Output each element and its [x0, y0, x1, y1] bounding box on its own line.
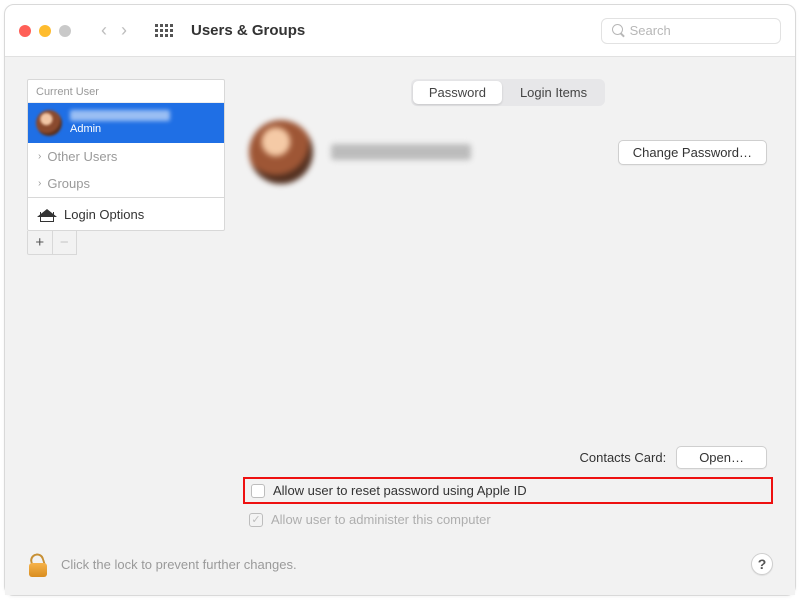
sidebar-item-other-users[interactable]: › Other Users: [28, 143, 224, 170]
forward-button: ›: [121, 20, 127, 41]
avatar-icon: [36, 110, 62, 136]
contacts-card-row: Contacts Card: Open…: [243, 440, 773, 475]
zoom-icon: [59, 25, 71, 37]
allow-reset-label: Allow user to reset password using Apple…: [273, 483, 527, 498]
lock-icon[interactable]: [27, 551, 49, 577]
allow-admin-label: Allow user to administer this computer: [271, 512, 491, 527]
show-all-icon[interactable]: [155, 24, 173, 37]
sidebar-item-label: Groups: [47, 176, 90, 191]
nav-arrows: ‹ ›: [95, 20, 133, 41]
sidebar-item-groups[interactable]: › Groups: [28, 170, 224, 197]
allow-admin-row: ✓ Allow user to administer this computer: [243, 506, 773, 533]
tab-login-items[interactable]: Login Items: [504, 81, 603, 104]
allow-reset-checkbox[interactable]: [251, 484, 265, 498]
preferences-window: ‹ › Users & Groups Current User: [4, 4, 796, 596]
open-contacts-button[interactable]: Open…: [676, 446, 767, 469]
user-role: Admin: [70, 123, 170, 136]
minimize-icon[interactable]: [39, 25, 51, 37]
lock-hint-text: Click the lock to prevent further change…: [61, 557, 297, 572]
user-sidebar: Current User Admin › Other Users ›: [27, 79, 225, 231]
close-icon[interactable]: [19, 25, 31, 37]
avatar-large-icon[interactable]: [249, 120, 313, 184]
window-title: Users & Groups: [191, 22, 305, 39]
titlebar: ‹ › Users & Groups: [5, 5, 795, 57]
home-icon: [38, 206, 56, 222]
window-controls: [19, 25, 71, 37]
tab-group: Password Login Items: [411, 79, 605, 106]
sidebar-item-label: Other Users: [47, 149, 117, 164]
chevron-right-icon: ›: [38, 151, 41, 162]
login-options-button[interactable]: Login Options: [28, 197, 224, 230]
footer: Click the lock to prevent further change…: [5, 537, 795, 595]
add-user-button[interactable]: +: [28, 231, 53, 254]
change-password-button[interactable]: Change Password…: [618, 140, 767, 165]
search-field[interactable]: [601, 18, 781, 44]
user-fullname-redacted: [331, 144, 471, 160]
content-area: Current User Admin › Other Users ›: [5, 57, 795, 595]
sidebar-header-current: Current User: [28, 80, 224, 103]
user-name-redacted: [70, 110, 170, 121]
login-options-label: Login Options: [64, 207, 144, 222]
allow-admin-checkbox: ✓: [249, 513, 263, 527]
search-input[interactable]: [630, 23, 770, 38]
tab-password[interactable]: Password: [413, 81, 502, 104]
allow-reset-row: Allow user to reset password using Apple…: [243, 477, 773, 504]
profile-row: Change Password…: [243, 120, 773, 184]
help-button[interactable]: ?: [751, 553, 773, 575]
search-icon: [612, 24, 624, 37]
add-remove-controls: + −: [27, 231, 77, 255]
settings-panel: Password Login Items Change Password… Co…: [243, 79, 773, 533]
chevron-right-icon: ›: [38, 178, 41, 189]
back-button[interactable]: ‹: [101, 20, 107, 41]
sidebar-current-user[interactable]: Admin: [28, 103, 224, 143]
contacts-card-label: Contacts Card:: [579, 450, 666, 465]
remove-user-button: −: [53, 231, 77, 254]
